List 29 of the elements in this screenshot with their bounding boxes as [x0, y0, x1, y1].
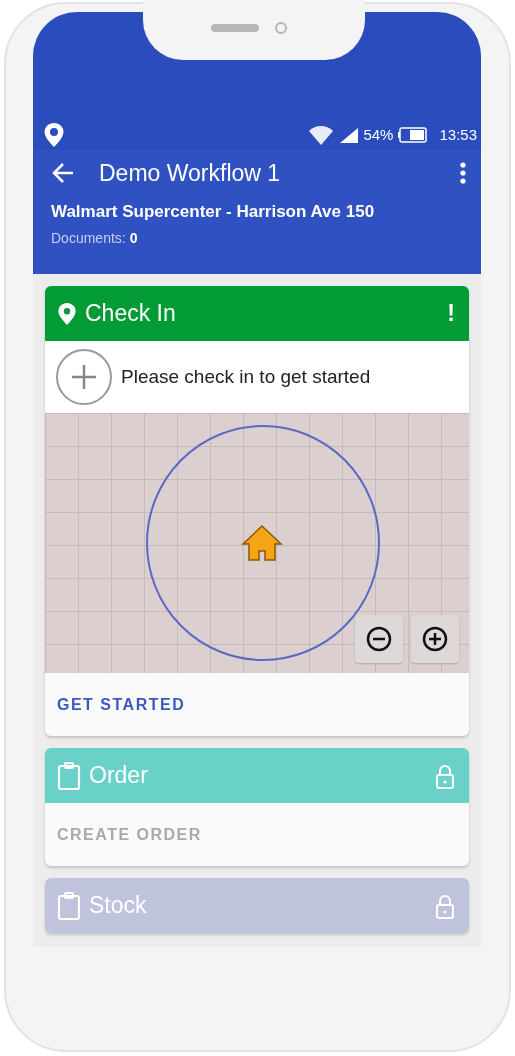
wifi-icon [307, 123, 336, 147]
documents-count: 0 [129, 230, 138, 246]
clipboard-icon [57, 760, 81, 791]
home-icon [241, 524, 283, 562]
check-in-prompt: Please check in to get started [121, 364, 371, 389]
step-title: Check In [85, 299, 176, 329]
camera-lens [275, 22, 287, 34]
add-circle-icon[interactable] [55, 348, 113, 406]
step-title: Stock [89, 891, 147, 921]
back-arrow-icon[interactable] [51, 162, 75, 185]
store-name: Walmart Supercenter - Harrison Ave 150 [51, 200, 376, 223]
battery-icon [397, 127, 428, 143]
zoom-out-button[interactable] [355, 615, 403, 663]
zoom-out-icon [365, 625, 393, 653]
zoom-in-icon [421, 625, 449, 653]
clipboard-icon [57, 890, 81, 921]
signal-icon [339, 127, 360, 143]
status-mark: ! [447, 300, 455, 327]
action-button[interactable]: GET STARTED [45, 673, 469, 736]
step-title: Order [89, 761, 148, 791]
zoom-in-button[interactable] [411, 615, 459, 663]
status-time: 13:53 [439, 124, 477, 145]
speaker-grille [211, 24, 259, 32]
more-options-icon[interactable] [459, 161, 467, 186]
screen-title: Demo Workflow 1 [99, 159, 281, 188]
location-pin-icon [57, 300, 77, 327]
battery-percent: 54% [363, 124, 394, 145]
location-pin-icon [43, 122, 65, 148]
documents-label: Documents: [51, 230, 126, 246]
